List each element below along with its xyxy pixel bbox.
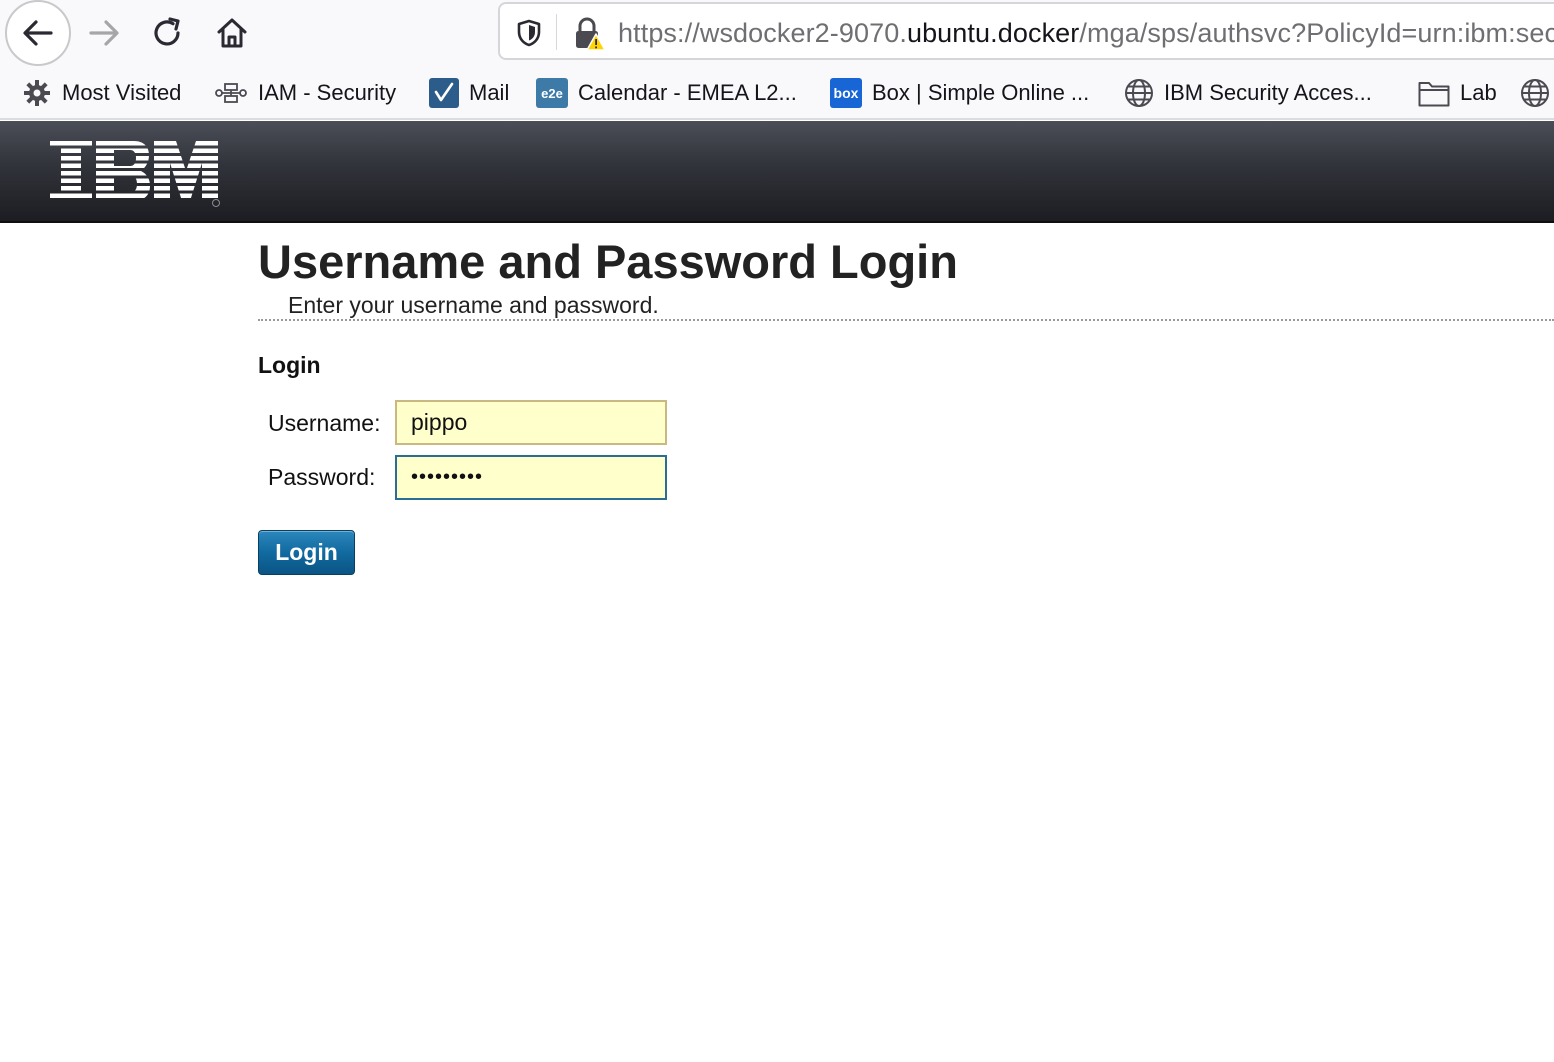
- url-bar[interactable]: https://wsdocker2-9070.ubuntu.docker/mga…: [498, 2, 1554, 60]
- arrow-right-icon: [89, 20, 119, 46]
- forward-button[interactable]: [80, 9, 128, 57]
- bookmark-iam-security[interactable]: IAM - Security: [214, 76, 396, 110]
- ibm-logo: [50, 141, 220, 207]
- login-section-heading: Login: [258, 352, 321, 378]
- url-text: https://wsdocker2-9070.ubuntu.docker/mga…: [618, 17, 1554, 49]
- login-button[interactable]: Login: [258, 530, 355, 575]
- bookmark-label: IBM Security Acces...: [1164, 80, 1372, 105]
- url-separator: [556, 14, 557, 50]
- password-label: Password:: [268, 464, 376, 490]
- bookmarks-bar: Most Visited IAM - Security Mail e2e Cal…: [0, 66, 1554, 120]
- box-icon: box: [830, 78, 862, 108]
- divider: [258, 319, 1554, 321]
- url-prefix: https://wsdocker2-9070.: [618, 18, 907, 48]
- bookmark-label: Lab: [1460, 80, 1497, 105]
- url-path: /mga/sps/authsvc?PolicyId=urn:ibm:securi…: [1079, 18, 1554, 48]
- bookmark-label: Most Visited: [62, 80, 182, 105]
- svg-text:e2e: e2e: [541, 86, 563, 101]
- arrow-left-icon: [23, 20, 53, 46]
- bookmark-label: Mail: [469, 80, 510, 105]
- password-input[interactable]: [395, 455, 667, 500]
- url-host: ubuntu.docker: [906, 18, 1080, 48]
- bookmark-most-visited[interactable]: Most Visited: [22, 76, 181, 110]
- bookmark-ibm-security-access[interactable]: IBM Security Acces...: [1124, 76, 1372, 110]
- page-subtitle: Enter your username and password.: [288, 292, 659, 318]
- mail-app-icon: [429, 78, 459, 108]
- svg-text:box: box: [834, 85, 859, 101]
- bookmark-box[interactable]: box Box | Simple Online ...: [830, 76, 1089, 110]
- network-icon: [214, 78, 248, 108]
- reload-icon: [154, 17, 180, 46]
- username-input[interactable]: [395, 400, 667, 445]
- username-label: Username:: [268, 410, 381, 436]
- bookmark-more[interactable]: [1520, 76, 1554, 110]
- home-icon: [217, 18, 247, 48]
- tracking-shield-icon[interactable]: [514, 18, 544, 48]
- globe-icon: [1520, 78, 1550, 108]
- e2e-icon: e2e: [536, 78, 568, 108]
- bookmark-mail[interactable]: Mail: [429, 76, 509, 110]
- reload-button[interactable]: [144, 9, 192, 57]
- globe-icon: [1124, 78, 1154, 108]
- bookmark-lab[interactable]: Lab: [1418, 76, 1497, 110]
- bookmark-calendar[interactable]: e2e Calendar - EMEA L2...: [536, 76, 797, 110]
- bookmark-label: IAM - Security: [258, 80, 397, 105]
- ibm-banner: [0, 121, 1554, 223]
- browser-toolbar: https://wsdocker2-9070.ubuntu.docker/mga…: [0, 0, 1554, 66]
- back-button[interactable]: [5, 0, 71, 66]
- page-title: Username and Password Login: [258, 235, 958, 288]
- folder-icon: [1418, 78, 1450, 108]
- bookmark-label: Box | Simple Online ...: [872, 80, 1090, 105]
- insecure-lock-icon[interactable]: [572, 16, 606, 52]
- bookmark-label: Calendar - EMEA L2...: [578, 80, 797, 105]
- gear-icon: [22, 78, 52, 108]
- home-button[interactable]: [208, 9, 256, 57]
